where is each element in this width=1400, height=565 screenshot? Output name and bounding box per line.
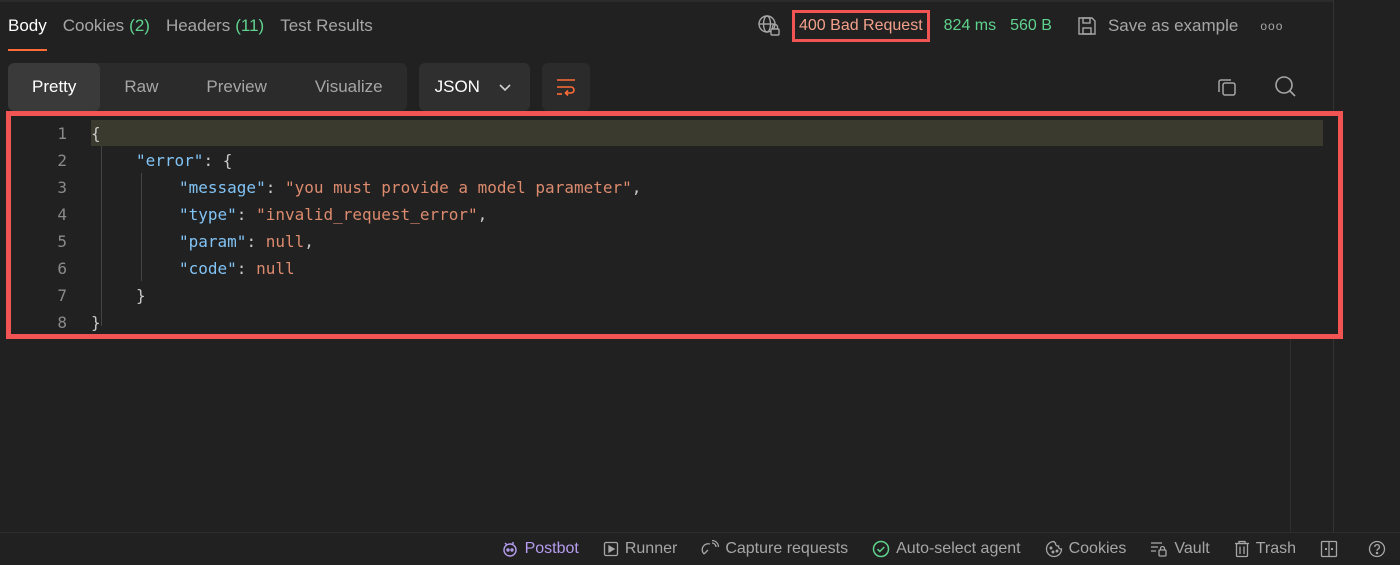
trash-icon [1234,540,1249,558]
response-time[interactable]: 824 ms [944,17,996,35]
more-options-icon[interactable]: ooo [1260,19,1283,33]
json-value: "you must provide a model parameter" [284,178,632,197]
json-key: "error" [136,151,204,170]
code-line: 2 "error": { [11,147,232,174]
json-value: null [256,259,295,278]
runner-button[interactable]: Runner [603,540,677,558]
active-line-highlight [91,120,1323,146]
tab-cookies[interactable]: Cookies (2) [63,0,150,52]
indent-guide [101,146,102,326]
line-number: 8 [57,313,67,332]
two-pane-icon [1320,540,1338,558]
line-number: 4 [57,205,67,224]
tab-body-label: Body [8,16,47,35]
code-text: { [91,124,101,143]
cookies-button[interactable]: Cookies [1045,540,1127,558]
code-line: 6 "code": null [11,255,294,282]
json-value: "invalid_request_error" [256,205,478,224]
trash-label: Trash [1255,540,1296,557]
tab-cookies-count: (2) [129,16,150,35]
tab-body[interactable]: Body [8,0,47,52]
copy-icon[interactable] [1212,72,1242,102]
postbot-icon [502,542,517,557]
json-punct: , [477,205,488,224]
json-key: "param" [179,232,247,251]
capture-requests-button[interactable]: Capture requests [701,540,848,558]
body-format-toolbar: Pretty Raw Preview Visualize JSON [8,63,590,111]
check-circle-icon [872,540,890,558]
json-punct: , [304,232,314,251]
language-select-value: JSON [434,77,480,96]
code-line: 7 } [11,282,145,309]
line-number: 5 [57,232,67,251]
line-number: 2 [57,151,67,170]
tab-test-results-label: Test Results [280,16,373,35]
line-number: 3 [57,178,67,197]
postbot-label: Postbot [524,540,579,557]
auto-select-agent-label: Auto-select agent [896,540,1021,557]
code-line: 1 { [11,120,100,147]
save-as-example-button[interactable]: Save as example [1076,15,1238,37]
tab-headers[interactable]: Headers (11) [166,0,264,52]
code-line: 4 "type": "invalid_request_error", [11,201,487,228]
capture-requests-label: Capture requests [725,540,849,557]
view-raw[interactable]: Raw [100,63,182,111]
status-bar: Postbot Runner Capture requests Auto-sel… [0,532,1400,565]
status-code-badge[interactable]: 400 Bad Request [792,10,930,42]
json-key: "code" [179,259,237,278]
search-icon[interactable] [1271,72,1301,102]
save-icon [1078,17,1096,35]
response-size[interactable]: 560 B [1010,17,1052,35]
code-line: 5 "param": null, [11,228,314,255]
help-button[interactable] [1368,540,1392,558]
cookies-label: Cookies [1068,540,1127,557]
save-as-example-label: Save as example [1107,16,1239,35]
wrap-lines-icon [556,79,575,97]
network-globe-lock-icon[interactable] [756,13,782,39]
wrap-lines-button[interactable] [541,63,590,111]
line-number: 7 [57,286,67,305]
tab-cookies-label: Cookies [62,16,125,35]
postbot-button[interactable]: Postbot [501,540,579,558]
code-text: } [91,313,101,332]
response-tabs: Body Cookies (2) Headers (11) Test Resul… [0,0,389,52]
code-line: 3 "message": "you must provide a model p… [11,174,641,201]
response-status-area: 400 Bad Request 824 ms 560 B Save as exa… [756,0,1283,52]
code-text: } [136,286,146,305]
satellite-icon [701,540,720,555]
view-visualize[interactable]: Visualize [291,63,407,111]
json-value: null [265,232,305,251]
vault-lock-icon [1151,542,1168,557]
two-pane-layout-button[interactable] [1320,540,1344,558]
view-preview[interactable]: Preview [182,63,290,111]
vault-button[interactable]: Vault [1150,540,1210,558]
tab-test-results[interactable]: Test Results [280,0,373,52]
vault-label: Vault [1174,540,1210,557]
runner-play-icon [603,541,618,557]
chevron-down-icon [499,84,511,92]
indent-guide [141,173,142,281]
response-body-editor[interactable]: 1 { 2 "error": { 3 "message": "you must … [6,111,1343,339]
code-line: 8 } [11,309,100,336]
runner-label: Runner [624,540,678,557]
help-icon [1368,540,1386,558]
json-key: "message" [179,178,266,197]
json-punct: , [631,178,642,197]
line-number: 1 [57,124,67,143]
view-mode-segmented-control: Pretty Raw Preview Visualize [8,63,407,111]
language-select[interactable]: JSON [418,63,530,111]
view-pretty[interactable]: Pretty [8,63,101,111]
json-key: "type" [179,205,237,224]
json-punct: : { [203,151,233,170]
auto-select-agent-button[interactable]: Auto-select agent [872,540,1021,558]
trash-button[interactable]: Trash [1234,540,1296,558]
tab-headers-label: Headers [165,16,231,35]
line-number: 6 [57,259,67,278]
cookie-icon [1045,540,1062,558]
tab-headers-count: (11) [235,16,265,35]
